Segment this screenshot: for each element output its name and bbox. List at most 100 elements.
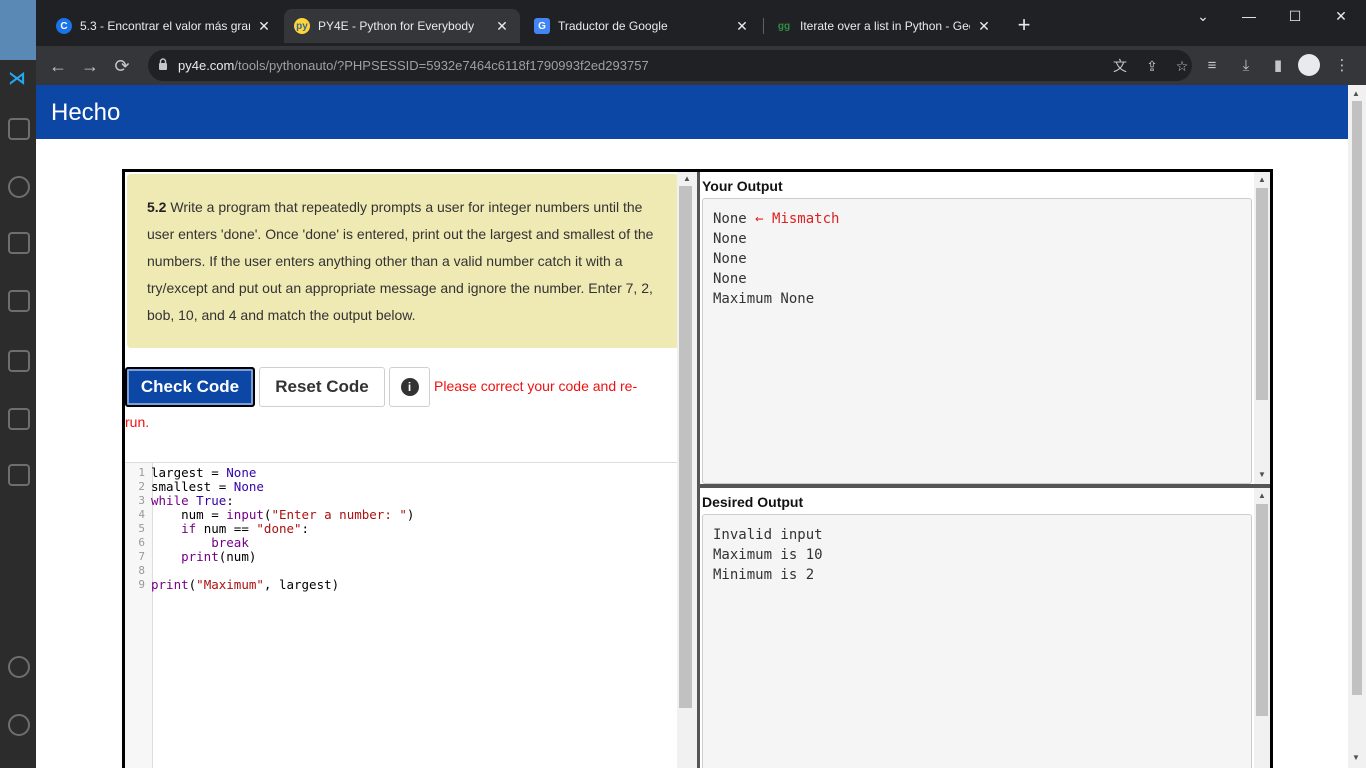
tab-encontrar-valor[interactable]: C 5.3 - Encontrar el valor más gran ✕ [46,9,282,43]
back-button[interactable]: ← [46,54,70,78]
tab-search-chevron-icon[interactable]: ⌄ [1180,4,1226,28]
tab-close-icon[interactable]: ✕ [256,18,272,35]
instructions-text: Write a program that repeatedly prompts … [147,199,654,323]
check-code-button[interactable]: Check Code [125,367,255,407]
right-pane: Your Output None ← Mismatch None None No… [697,172,1270,768]
tab-title: 5.3 - Encontrar el valor más gran [80,19,250,33]
tab-title: Iterate over a list in Python - Gee [800,19,970,33]
scrollbar-thumb[interactable] [1352,101,1362,695]
your-output-scrollbar[interactable]: ▲ ▼ [1254,172,1270,484]
code-editor[interactable]: 1 largest = None 2 smallest = None 3 while … [125,462,677,768]
code-line: 8 [125,564,414,578]
autograder-frame: 5.2 Write a program that repeatedly prom… [122,169,1273,768]
brand-title[interactable]: Hecho [51,99,120,127]
scroll-down-arrow-icon[interactable]: ▼ [1258,470,1266,479]
line-number: 8 [138,564,145,577]
forward-button[interactable]: → [78,54,102,78]
desired-output-box: Invalid input Maximum is 10 Minimum is 2 [702,514,1252,768]
vscode-logo-icon: ⋊ [8,68,26,88]
profile-icon[interactable] [1298,54,1320,76]
line-number: 4 [138,508,145,521]
line-number: 5 [138,522,145,535]
menu-icon[interactable]: ⋮ [1330,54,1354,78]
scrollbar-thumb[interactable] [1256,188,1268,400]
side-panel-icon[interactable]: ▮ [1266,54,1290,78]
mismatch-marker: ← Mismatch [755,211,840,227]
exercise-number: 5.2 [147,199,167,215]
tab-close-icon[interactable]: ✕ [976,18,992,35]
lock-icon[interactable] [158,58,168,71]
minimize-button[interactable]: — [1226,4,1272,28]
tab-title: Traductor de Google [558,19,668,33]
line-number: 9 [138,578,145,591]
desired-output-scrollbar[interactable]: ▲ [1254,488,1270,768]
settings-gear-icon[interactable] [8,714,30,736]
url-text[interactable]: py4e.com/tools/pythonauto/?PHPSESSID=593… [178,58,649,73]
debug-icon[interactable] [8,290,30,312]
scrollbar-thumb[interactable] [1256,504,1268,716]
line-number: 6 [138,536,145,549]
source-control-icon[interactable] [8,232,30,254]
left-pane: 5.2 Write a program that repeatedly prom… [125,172,697,768]
explorer-icon[interactable] [8,118,30,140]
output-line: Maximum None [713,291,815,307]
tab-geeksforgeeks[interactable]: gg Iterate over a list in Python - Gee ✕ [766,9,1002,43]
tab-py4e[interactable]: py PY4E - Python for Everybody ✕ [284,9,520,43]
scroll-up-arrow-icon[interactable]: ▲ [1352,89,1360,98]
remote-explorer-icon[interactable] [8,408,30,430]
desktop-background [0,0,36,60]
address-bar[interactable]: py4e.com/tools/pythonauto/?PHPSESSID=593… [148,50,1192,81]
new-tab-button[interactable]: + [1012,14,1036,38]
reload-button[interactable]: ⟳ [110,54,134,78]
reading-list-icon[interactable]: ≡ [1200,54,1224,78]
your-output-section: Your Output None ← Mismatch None None No… [700,172,1270,484]
left-pane-scrollbar[interactable]: ▲ [677,172,697,768]
scroll-up-arrow-icon[interactable]: ▲ [1258,491,1266,500]
instructions-box: 5.2 Write a program that repeatedly prom… [127,174,679,348]
url-host: py4e.com [178,58,235,73]
translate-icon[interactable]: 文 [1110,56,1130,76]
download-icon[interactable]: ⤓ [1234,54,1258,78]
vscode-activity-bar: ⋊ [0,0,36,768]
extensions-icon[interactable] [8,350,30,372]
code-line: 5 if num == "done": [125,522,414,536]
tab-strip: C 5.3 - Encontrar el valor más gran ✕ py… [36,0,1366,46]
line-number: 3 [138,494,145,507]
scroll-up-arrow-icon[interactable]: ▲ [1258,175,1266,184]
output-line: Maximum is 10 [713,547,823,563]
share-icon[interactable]: ⇪ [1142,56,1162,76]
page-scrollbar[interactable]: ▲ ▼ [1348,85,1366,768]
tab-title: PY4E - Python for Everybody [318,19,475,33]
accounts-icon[interactable] [8,656,30,678]
code-line: 9 print("Maximum", largest) [125,578,414,592]
code-line: 3 while True: [125,494,414,508]
geeksforgeeks-favicon-icon: gg [777,20,791,32]
search-icon[interactable] [8,176,30,198]
code-line: 7 print(num) [125,550,414,564]
info-icon: i [400,378,419,396]
desired-output-section: Desired Output Invalid input Maximum is … [700,488,1270,768]
tab-close-icon[interactable]: ✕ [494,18,510,35]
error-message-continued: run. [125,414,150,430]
scrollbar-thumb[interactable] [679,186,692,708]
output-line: Invalid input [713,527,823,543]
tab-close-icon[interactable]: ✕ [734,18,750,35]
code-content[interactable]: 1 largest = None 2 smallest = None 3 while … [125,466,414,592]
output-line: None [713,251,747,267]
maximize-button[interactable]: ☐ [1272,4,1318,28]
scroll-down-arrow-icon[interactable]: ▼ [1352,753,1360,762]
testing-icon[interactable] [8,464,30,486]
browser-window: C 5.3 - Encontrar el valor más gran ✕ py… [36,0,1366,768]
scroll-up-arrow-icon[interactable]: ▲ [683,174,691,183]
google-translate-favicon-icon: G [534,18,550,34]
reset-code-button[interactable]: Reset Code [259,367,385,407]
info-button[interactable]: i [389,367,430,407]
output-line: Minimum is 2 [713,567,815,583]
browser-toolbar: ← → ⟳ py4e.com/tools/pythonauto/?PHPSESS… [36,46,1366,85]
your-output-title: Your Output [702,178,783,194]
tab-google-translate[interactable]: G Traductor de Google ✕ [524,9,760,43]
star-icon[interactable]: ☆ [1172,56,1192,76]
output-line: None [713,231,747,247]
close-window-button[interactable]: ✕ [1318,4,1364,28]
tab-separator [763,18,764,34]
